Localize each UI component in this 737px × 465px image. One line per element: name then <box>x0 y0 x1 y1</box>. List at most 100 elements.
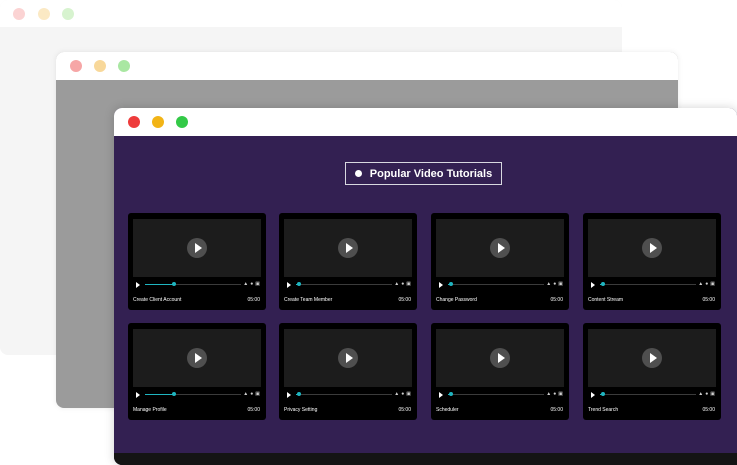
progress-handle[interactable] <box>296 392 301 396</box>
close-dot-icon <box>70 60 82 72</box>
bullet-icon <box>354 170 362 177</box>
settings-icon[interactable]: ● <box>553 281 556 287</box>
player-controls: ▲ ● ▣ <box>243 391 260 397</box>
volume-icon[interactable]: ▲ <box>698 391 703 397</box>
play-icon[interactable] <box>490 238 510 258</box>
video-card[interactable]: ▲ ● ▣ Content Stream 05:00 <box>583 213 721 310</box>
progress-track[interactable] <box>448 282 544 286</box>
fullscreen-icon[interactable]: ▣ <box>406 281 411 287</box>
play-icon[interactable] <box>338 238 358 258</box>
settings-icon[interactable]: ● <box>250 281 253 287</box>
player-controls: ▲ ● ▣ <box>698 281 715 287</box>
video-card[interactable]: ▲ ● ▣ Create Client Account 05:00 <box>128 213 266 310</box>
volume-icon[interactable]: ▲ <box>546 281 551 287</box>
video-thumbnail[interactable] <box>588 329 716 387</box>
progress-track[interactable] <box>600 392 696 396</box>
settings-icon[interactable]: ● <box>705 281 708 287</box>
progress-track[interactable] <box>448 392 544 396</box>
play-icon[interactable] <box>642 348 662 368</box>
progress-track[interactable] <box>600 282 696 286</box>
video-card[interactable]: ▲ ● ▣ Privacy Setting 05:00 <box>279 323 417 420</box>
play-icon[interactable] <box>187 238 207 258</box>
video-thumbnail[interactable] <box>436 329 564 387</box>
video-thumbnail[interactable] <box>133 329 261 387</box>
volume-icon[interactable]: ▲ <box>394 391 399 397</box>
video-title: Privacy Setting <box>284 407 318 413</box>
bottom-bar <box>114 453 737 465</box>
player-controls: ▲ ● ▣ <box>546 281 563 287</box>
progress-fill <box>145 394 174 395</box>
play-icon[interactable] <box>338 348 358 368</box>
volume-icon[interactable]: ▲ <box>243 281 248 287</box>
video-card[interactable]: ▲ ● ▣ Create Team Member 05:00 <box>279 213 417 310</box>
control-play-icon[interactable] <box>591 282 595 288</box>
settings-icon[interactable]: ● <box>705 391 708 397</box>
settings-icon[interactable]: ● <box>250 391 253 397</box>
video-card[interactable]: ▲ ● ▣ Manage Profile 05:00 <box>128 323 266 420</box>
video-title: Content Stream <box>588 297 624 303</box>
progress-handle[interactable] <box>296 282 301 286</box>
video-card[interactable]: ▲ ● ▣ Scheduler 05:00 <box>431 323 569 420</box>
volume-icon[interactable]: ▲ <box>394 281 399 287</box>
minimize-dot-icon <box>94 60 106 72</box>
progress-track[interactable] <box>145 392 241 396</box>
video-title: Create Client Account <box>133 297 182 303</box>
video-thumbnail[interactable] <box>284 219 412 277</box>
control-play-icon[interactable] <box>439 282 443 288</box>
fullscreen-icon[interactable]: ▣ <box>255 281 260 287</box>
progress-handle[interactable] <box>448 282 453 286</box>
titlebar <box>114 108 737 136</box>
video-duration: 05:00 <box>550 407 563 413</box>
close-button[interactable] <box>128 116 140 128</box>
video-duration: 05:00 <box>398 407 411 413</box>
video-thumbnail[interactable] <box>588 219 716 277</box>
video-thumbnail[interactable] <box>436 219 564 277</box>
play-icon[interactable] <box>490 348 510 368</box>
progress-handle[interactable] <box>171 392 176 396</box>
progress-handle[interactable] <box>448 392 453 396</box>
fullscreen-icon[interactable]: ▣ <box>406 391 411 397</box>
video-thumbnail[interactable] <box>133 219 261 277</box>
close-dot-icon <box>13 8 25 20</box>
progress-handle[interactable] <box>600 282 605 286</box>
minimize-button[interactable] <box>152 116 164 128</box>
settings-icon[interactable]: ● <box>401 281 404 287</box>
settings-icon[interactable]: ● <box>553 391 556 397</box>
progress-handle[interactable] <box>171 282 176 286</box>
fullscreen-icon[interactable]: ▣ <box>558 281 563 287</box>
control-play-icon[interactable] <box>287 282 291 288</box>
maximize-button[interactable] <box>176 116 188 128</box>
progress-track[interactable] <box>145 282 241 286</box>
video-card[interactable]: ▲ ● ▣ Change Password 05:00 <box>431 213 569 310</box>
volume-icon[interactable]: ▲ <box>243 391 248 397</box>
fullscreen-icon[interactable]: ▣ <box>710 391 715 397</box>
video-duration: 05:00 <box>702 407 715 413</box>
progress-handle[interactable] <box>600 392 605 396</box>
control-play-icon[interactable] <box>136 282 140 288</box>
main-window: Popular Video Tutorials ▲ ● ▣ Create Cli… <box>114 108 737 465</box>
settings-icon[interactable]: ● <box>401 391 404 397</box>
video-title: Manage Profile <box>133 407 167 413</box>
control-play-icon[interactable] <box>439 392 443 398</box>
video-thumbnail[interactable] <box>284 329 412 387</box>
player-controls: ▲ ● ▣ <box>394 281 411 287</box>
control-play-icon[interactable] <box>136 392 140 398</box>
volume-icon[interactable]: ▲ <box>698 281 703 287</box>
video-duration: 05:00 <box>702 297 715 303</box>
video-duration: 05:00 <box>398 297 411 303</box>
control-play-icon[interactable] <box>287 392 291 398</box>
play-icon[interactable] <box>642 238 662 258</box>
fullscreen-icon[interactable]: ▣ <box>255 391 260 397</box>
control-play-icon[interactable] <box>591 392 595 398</box>
progress-track[interactable] <box>296 392 392 396</box>
fullscreen-icon[interactable]: ▣ <box>710 281 715 287</box>
titlebar <box>56 52 678 80</box>
progress-track[interactable] <box>296 282 392 286</box>
player-controls: ▲ ● ▣ <box>243 281 260 287</box>
fullscreen-icon[interactable]: ▣ <box>558 391 563 397</box>
volume-icon[interactable]: ▲ <box>546 391 551 397</box>
video-card[interactable]: ▲ ● ▣ Trend Search 05:00 <box>583 323 721 420</box>
video-title: Change Password <box>436 297 477 303</box>
video-title: Trend Search <box>588 407 619 413</box>
play-icon[interactable] <box>187 348 207 368</box>
